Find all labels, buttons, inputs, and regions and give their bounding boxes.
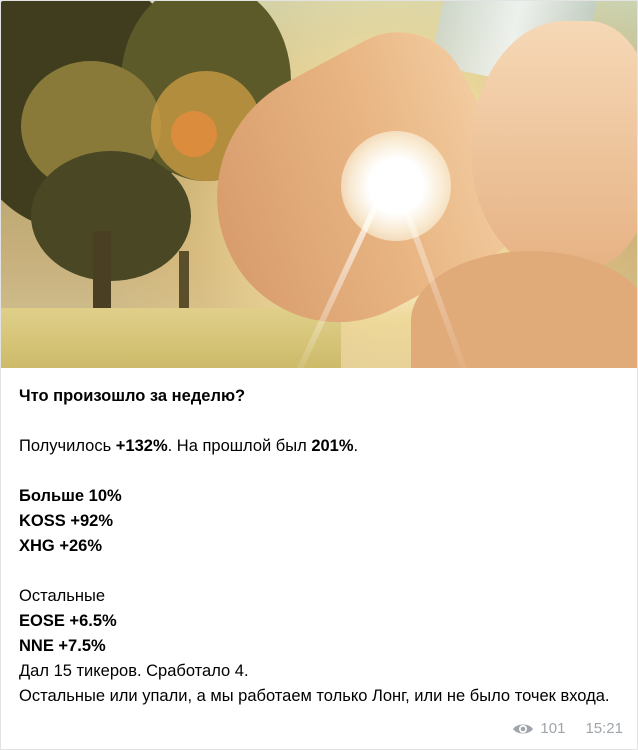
list-item: EOSE +6.5% xyxy=(19,612,117,630)
rest-line: Остальные или упали, а мы работаем тольк… xyxy=(19,687,610,705)
post-photo[interactable] xyxy=(1,1,637,368)
summary-line: Получилось +132%. На прошлой был 201%. xyxy=(19,434,624,459)
summary-previous: 201% xyxy=(311,437,354,455)
post-time: 15:21 xyxy=(585,720,623,737)
summary-suffix: . xyxy=(353,437,359,455)
post-meta: 101 15:21 xyxy=(512,720,623,737)
lens-flare xyxy=(171,111,217,157)
tree-foliage xyxy=(31,151,191,281)
list-item: XHG +26% xyxy=(19,537,102,555)
views-count: 101 xyxy=(540,720,566,737)
ground xyxy=(1,308,341,368)
eye-icon xyxy=(512,722,534,736)
summary-middle: . На прошлой был xyxy=(167,437,312,455)
post-title: Что произошло за неделю? xyxy=(19,387,246,405)
message-post: Что произошло за неделю? Получилось +132… xyxy=(0,0,638,750)
big-section-heading: Больше 10% xyxy=(19,487,122,505)
list-item: NNE +7.5% xyxy=(19,637,106,655)
post-text: Что произошло за неделю? Получилось +132… xyxy=(19,384,624,709)
summary-gain: +132% xyxy=(115,437,168,455)
sun-glow xyxy=(341,131,451,241)
tickers-line: Дал 15 тикеров. Сработало 4. xyxy=(19,662,249,680)
list-item: KOSS +92% xyxy=(19,512,114,530)
summary-prefix: Получилось xyxy=(19,437,116,455)
rest-section-heading: Остальные xyxy=(19,587,106,605)
